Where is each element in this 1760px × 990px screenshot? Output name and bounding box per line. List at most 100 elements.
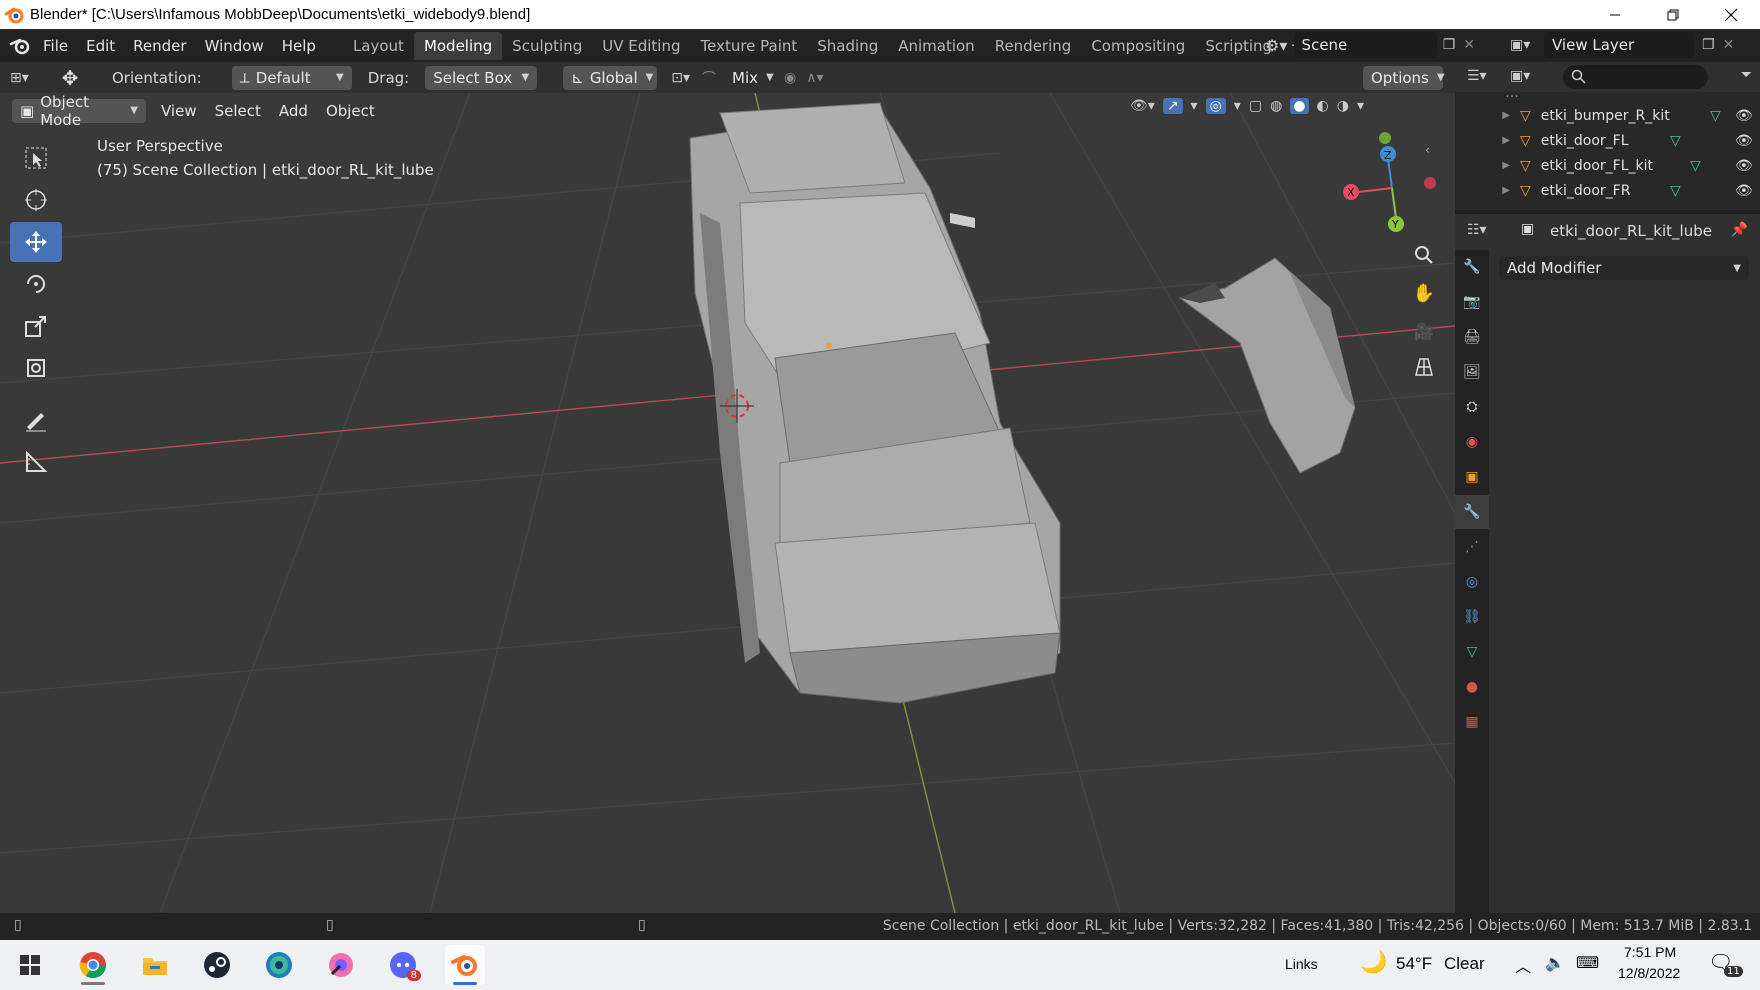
tab-texture-paint[interactable]: Texture Paint <box>690 32 807 60</box>
start-button[interactable] <box>10 945 50 985</box>
tab-object[interactable]: ▣ <box>1455 460 1489 494</box>
restore-button[interactable] <box>1644 0 1702 29</box>
annotate-tool[interactable] <box>10 400 62 440</box>
view-layer-field[interactable]: View Layer <box>1544 32 1694 58</box>
overlays-toggle-icon[interactable]: ◎ <box>1205 98 1226 114</box>
pan-button[interactable]: ✋ <box>1408 277 1440 309</box>
delete-scene-icon[interactable]: ✕ <box>1463 37 1475 53</box>
blender-menu-button[interactable] <box>6 32 34 60</box>
viewport-menu-object[interactable]: Object <box>317 102 384 120</box>
weather-temp[interactable]: 54°F <box>1396 954 1432 974</box>
taskbar-app-globe[interactable] <box>259 945 299 985</box>
pin-icon[interactable]: 📌 <box>1731 222 1748 238</box>
solid-shading-icon[interactable]: ● <box>1290 98 1309 114</box>
tab-scene[interactable]: ⛭ <box>1455 390 1489 424</box>
eye-icon[interactable]: 👁 <box>1735 183 1753 199</box>
sidebar-toggle-icon[interactable]: ‹ <box>1425 143 1430 157</box>
material-shading-icon[interactable]: ◐ <box>1317 98 1329 114</box>
gizmo-options-icon[interactable]: ▾ <box>1191 98 1198 114</box>
tab-tool[interactable]: 🔧 <box>1455 250 1489 284</box>
volume-icon[interactable]: 🔈 <box>1545 953 1565 972</box>
snap-mode-dropdown[interactable]: Mix ▼ <box>724 66 774 90</box>
proportional-editing-icon[interactable]: ◉ <box>784 70 796 86</box>
expand-arrow-icon[interactable]: ▶ <box>1455 110 1510 121</box>
editor-type-button[interactable]: ⊞▾ <box>10 70 50 86</box>
outliner-editor-type-icon[interactable]: ☰▾ <box>1467 68 1487 84</box>
object-mode-dropdown[interactable]: ▣ Object Mode ▼ <box>12 93 146 129</box>
tab-shading[interactable]: Shading <box>807 32 888 60</box>
viewport-menu-select[interactable]: Select <box>206 102 270 120</box>
camera-view-button[interactable]: 🎥 <box>1408 315 1440 347</box>
tab-animation[interactable]: Animation <box>888 32 984 60</box>
fender-kit-model[interactable] <box>1178 257 1356 474</box>
transform-tool[interactable] <box>10 348 62 388</box>
gizmo-toggle-icon[interactable]: ↗ <box>1162 98 1183 114</box>
eye-icon[interactable]: 👁 <box>1735 158 1753 174</box>
filter-icon[interactable]: ⏷ <box>1741 67 1752 83</box>
menu-file[interactable]: File <box>34 37 77 55</box>
taskbar-file-explorer[interactable] <box>135 945 175 985</box>
tab-sculpting[interactable]: Sculpting <box>502 32 592 60</box>
list-item[interactable]: ▶ ▽ etki_door_FL_kit ▽ 👁 <box>1455 153 1760 178</box>
delete-view-layer-icon[interactable]: ✕ <box>1723 37 1735 53</box>
overlays-options-icon[interactable]: ▾ <box>1234 98 1241 114</box>
viewport-menu-view[interactable]: View <box>152 102 206 120</box>
taskbar-discord[interactable]: 8 <box>383 945 423 985</box>
xray-toggle-icon[interactable]: ▢ <box>1249 98 1262 114</box>
tab-layout[interactable]: Layout <box>343 32 414 60</box>
view-layer-icon[interactable]: ▣▾ <box>1510 37 1544 53</box>
tab-rendering[interactable]: Rendering <box>985 32 1082 60</box>
3d-viewport[interactable]: Z X Y ▣ Object Mode ▼ View Select Add Ob… <box>0 93 1455 913</box>
tab-constraints[interactable]: ⛓ <box>1455 600 1489 634</box>
outliner-display-mode-icon[interactable]: ▣▾ <box>1510 68 1530 84</box>
move-tool[interactable] <box>10 222 62 262</box>
scale-tool[interactable] <box>10 306 62 346</box>
tab-world[interactable]: ◉ <box>1455 425 1489 459</box>
rendered-shading-icon[interactable]: ◑ <box>1337 98 1349 114</box>
car-body-model[interactable] <box>689 102 1061 704</box>
snap-icon[interactable]: ⌒ <box>702 68 716 88</box>
measure-tool[interactable] <box>10 442 62 482</box>
options-dropdown[interactable]: Options ▼ <box>1363 65 1445 90</box>
add-modifier-dropdown[interactable]: Add Modifier ▼ <box>1499 256 1749 280</box>
expand-arrow-icon[interactable]: ▶ <box>1455 160 1510 171</box>
properties-editor-type-icon[interactable]: ☷▾ <box>1467 222 1487 238</box>
new-view-layer-icon[interactable]: ❐ <box>1702 37 1715 53</box>
tab-modeling[interactable]: Modeling <box>413 31 503 60</box>
tab-physics[interactable]: ◎ <box>1455 565 1489 599</box>
visibility-icon[interactable]: 👁▾ <box>1130 98 1155 114</box>
tab-compositing[interactable]: Compositing <box>1081 32 1195 60</box>
tab-uv-editing[interactable]: UV Editing <box>592 32 690 60</box>
eye-icon[interactable]: 👁 <box>1735 133 1753 149</box>
ortho-toggle-button[interactable] <box>1408 351 1440 383</box>
wireframe-shading-icon[interactable]: ◍ <box>1270 98 1282 114</box>
tab-particles[interactable]: ⋰ <box>1455 530 1489 564</box>
list-item[interactable]: ▶ ▽ etki_bumper_R_kit ▽ 👁 <box>1455 103 1760 128</box>
links-toolbar[interactable]: Links <box>1285 956 1318 972</box>
navigation-gizmo[interactable]: Z X Y <box>1343 132 1436 232</box>
tab-texture[interactable]: ▦ <box>1455 705 1489 739</box>
taskbar-steam[interactable] <box>197 945 237 985</box>
list-item[interactable]: ▶ ▽ etki_door_FR ▽ 👁 <box>1455 178 1760 203</box>
menu-edit[interactable]: Edit <box>77 37 124 55</box>
pivot-point-icon[interactable]: ⊡▾ <box>671 70 690 86</box>
menu-render[interactable]: Render <box>124 37 195 55</box>
rotate-tool[interactable] <box>10 264 62 304</box>
chevron-up-icon[interactable]: ︿ <box>1515 953 1531 977</box>
clock-time[interactable]: 7:51 PM <box>1624 944 1676 960</box>
list-item[interactable]: ▶ ▽ etki_door_FL ▽ 👁 <box>1455 128 1760 153</box>
cursor-tool[interactable] <box>10 180 62 220</box>
clock-date[interactable]: 12/8/2022 <box>1618 965 1680 981</box>
minimize-button[interactable] <box>1586 0 1644 29</box>
close-window-button[interactable] <box>1702 0 1760 29</box>
transform-orientation-dropdown[interactable]: ⊾ Global ▼ <box>563 65 658 90</box>
keyboard-icon[interactable]: ⌨ <box>1576 953 1599 972</box>
tab-material[interactable]: ● <box>1455 670 1489 704</box>
outliner-search-field[interactable] <box>1563 65 1708 89</box>
weather-condition[interactable]: Clear <box>1444 954 1485 974</box>
menu-window[interactable]: Window <box>196 37 273 55</box>
tab-render[interactable]: 📷 <box>1455 285 1489 319</box>
taskbar-blender[interactable] <box>445 945 485 985</box>
tab-output[interactable]: 🖨 <box>1455 320 1489 354</box>
taskbar-app-paint[interactable] <box>321 945 361 985</box>
